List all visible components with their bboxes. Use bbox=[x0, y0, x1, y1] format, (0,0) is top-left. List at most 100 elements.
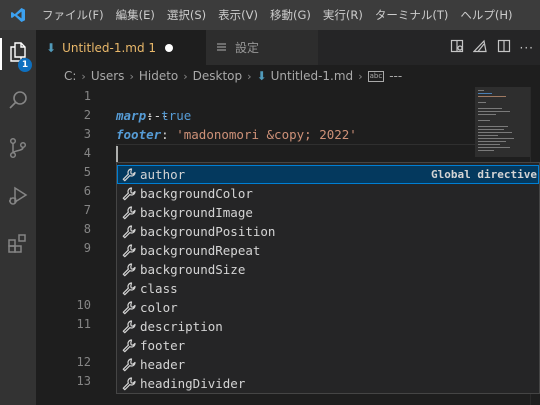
run-debug-button[interactable] bbox=[0, 178, 36, 218]
line-number: 12 bbox=[76, 355, 91, 369]
menu-file[interactable]: ファイル(F) bbox=[36, 0, 110, 30]
title-bar: ファイル(F) 編集(E) 選択(S) 表示(V) 移動(G) 実行(R) ター… bbox=[0, 0, 540, 30]
suggestion-item[interactable]: description bbox=[117, 317, 539, 336]
line-number: 2 bbox=[83, 108, 91, 122]
line-number: 9 bbox=[83, 241, 91, 255]
breadcrumb-drive[interactable]: C: bbox=[64, 69, 76, 83]
menu-edit[interactable]: 編集(E) bbox=[110, 0, 161, 30]
chevron-right-icon: › bbox=[129, 69, 134, 83]
suggestion-item[interactable]: author Global directive bbox=[117, 165, 539, 184]
wrench-icon bbox=[121, 357, 137, 373]
marp-triangle-icon[interactable] bbox=[472, 38, 488, 57]
minimap-line bbox=[478, 144, 500, 145]
minimap-line bbox=[478, 150, 494, 151]
suggestion-item[interactable]: class bbox=[117, 279, 539, 298]
menu-run[interactable]: 実行(R) bbox=[317, 0, 369, 30]
menu-view[interactable]: 表示(V) bbox=[212, 0, 264, 30]
tab-label: Untitled-1.md 1 bbox=[62, 40, 157, 55]
run-debug-icon bbox=[6, 184, 30, 212]
breadcrumb-users[interactable]: Users bbox=[91, 69, 125, 83]
markdown-file-icon: ⬇ bbox=[46, 40, 57, 55]
tab-bar: ⬇ Untitled-1.md 1 設定 ··· bbox=[36, 30, 540, 65]
wrench-icon bbox=[121, 262, 137, 278]
line-number: 4 bbox=[83, 146, 91, 160]
menu-go[interactable]: 移動(G) bbox=[264, 0, 317, 30]
code-line-2: marp: true bbox=[116, 106, 191, 125]
chevron-right-icon: › bbox=[183, 69, 188, 83]
breadcrumb-file[interactable]: Untitled-1.md bbox=[271, 69, 354, 83]
tab-untitled-1[interactable]: ⬇ Untitled-1.md 1 bbox=[36, 30, 206, 65]
line-number: 5 bbox=[83, 165, 91, 179]
menu-terminal[interactable]: ターミナル(T) bbox=[369, 0, 455, 30]
suggestion-label: backgroundPosition bbox=[140, 224, 276, 239]
chevron-right-icon: › bbox=[81, 69, 86, 83]
editor-actions: ··· bbox=[450, 30, 534, 65]
line-number: 6 bbox=[83, 184, 91, 198]
suggest-widget: author Global directive backgroundColor … bbox=[116, 162, 540, 394]
suggestion-item[interactable]: backgroundRepeat bbox=[117, 241, 539, 260]
breadcrumb-desktop[interactable]: Desktop bbox=[193, 69, 243, 83]
line-number: 3 bbox=[83, 127, 91, 141]
suggestion-label: class bbox=[140, 281, 178, 296]
line-number: 13 bbox=[76, 374, 91, 388]
minimap-line bbox=[478, 93, 492, 94]
yaml-colon: : bbox=[146, 108, 162, 123]
minimap-line bbox=[478, 111, 510, 112]
minimap-line bbox=[478, 102, 486, 103]
wrench-icon bbox=[121, 319, 137, 335]
code-line-3: footer: 'madonomori &copy; 2022' bbox=[116, 125, 357, 144]
suggestion-label: backgroundRepeat bbox=[140, 243, 261, 258]
more-actions-icon[interactable]: ··· bbox=[520, 41, 534, 55]
minimap-line bbox=[478, 141, 506, 142]
suggestion-label: backgroundSize bbox=[140, 262, 246, 277]
text-cursor bbox=[116, 146, 118, 162]
open-preview-icon[interactable] bbox=[450, 38, 464, 57]
suggestion-detail: Global directive bbox=[431, 168, 537, 181]
extensions-button[interactable] bbox=[0, 226, 36, 266]
markdown-file-icon: ⬇ bbox=[256, 69, 267, 83]
split-editor-icon[interactable] bbox=[497, 38, 511, 57]
search-button[interactable] bbox=[0, 82, 36, 122]
breadcrumb-user[interactable]: Hideto bbox=[139, 69, 178, 83]
yaml-key: marp bbox=[116, 108, 147, 123]
source-control-button[interactable] bbox=[0, 130, 36, 170]
menu-help[interactable]: ヘルプ(H) bbox=[454, 0, 518, 30]
minimap-line bbox=[478, 126, 508, 127]
suggestion-item[interactable]: footer bbox=[117, 336, 539, 355]
vscode-logo-icon bbox=[0, 0, 36, 30]
wrench-icon bbox=[121, 205, 137, 221]
line-number: 7 bbox=[83, 203, 91, 217]
suggestion-item[interactable]: backgroundColor bbox=[117, 184, 539, 203]
unsaved-dot-icon[interactable] bbox=[165, 43, 174, 52]
minimap-line bbox=[478, 135, 498, 136]
suggestion-item[interactable]: backgroundSize bbox=[117, 260, 539, 279]
search-icon bbox=[6, 88, 30, 116]
suggestion-item[interactable]: header bbox=[117, 355, 539, 374]
suggestion-label: description bbox=[140, 319, 223, 334]
explorer-badge: 1 bbox=[18, 58, 32, 72]
breadcrumb: C: › Users › Hideto › Desktop › ⬇ Untitl… bbox=[36, 65, 540, 87]
wrench-icon bbox=[121, 281, 137, 297]
yaml-string: 'madonomori &copy; 2022' bbox=[176, 127, 357, 142]
yaml-colon: : bbox=[161, 127, 177, 142]
suggestion-label: headingDivider bbox=[140, 376, 246, 391]
explorer-button[interactable]: 1 bbox=[0, 34, 36, 74]
suggestion-label: backgroundColor bbox=[140, 186, 253, 201]
code-line-1: --- bbox=[116, 87, 169, 123]
wrench-icon bbox=[121, 186, 137, 202]
source-control-icon bbox=[6, 136, 30, 164]
suggestion-item[interactable]: headingDivider bbox=[117, 374, 539, 393]
breadcrumb-symbol[interactable]: --- bbox=[389, 69, 402, 83]
extensions-icon bbox=[6, 232, 30, 260]
tab-settings[interactable]: 設定 bbox=[206, 30, 318, 65]
suggestion-item[interactable]: backgroundPosition bbox=[117, 222, 539, 241]
suggestion-item[interactable]: color bbox=[117, 298, 539, 317]
menu-selection[interactable]: 選択(S) bbox=[161, 0, 212, 30]
yaml-value: true bbox=[161, 108, 192, 123]
suggestion-item[interactable]: backgroundImage bbox=[117, 203, 539, 222]
minimap-line bbox=[478, 132, 512, 133]
minimap-line bbox=[478, 138, 514, 139]
wrench-icon bbox=[121, 300, 137, 316]
suggestion-label: header bbox=[140, 357, 186, 372]
line-number: 8 bbox=[83, 222, 91, 236]
